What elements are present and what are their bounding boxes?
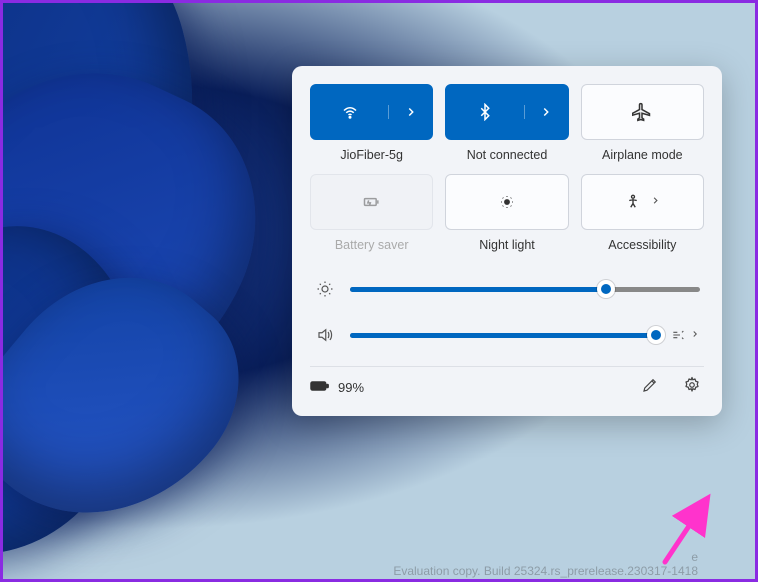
edit-button[interactable]	[638, 376, 662, 400]
brightness-slider-row	[314, 280, 700, 298]
wifi-tile[interactable]	[310, 84, 433, 140]
night-light-label: Night light	[479, 238, 535, 252]
wifi-expand-button[interactable]	[388, 105, 432, 119]
tiles-grid: JioFiber-5g Not connected	[310, 84, 704, 252]
battery-saver-label: Battery saver	[335, 238, 409, 252]
battery-status[interactable]: 99%	[310, 379, 364, 396]
battery-percent: 99%	[338, 380, 364, 395]
volume-slider[interactable]	[350, 326, 656, 344]
wifi-icon	[341, 103, 359, 121]
brightness-icon	[314, 280, 336, 298]
chevron-right-icon	[404, 105, 418, 119]
quick-settings-panel: JioFiber-5g Not connected	[292, 66, 722, 416]
settings-button[interactable]	[680, 376, 704, 400]
accessibility-tile[interactable]	[581, 174, 704, 230]
brightness-slider-thumb[interactable]	[597, 280, 615, 298]
wifi-toggle[interactable]	[311, 103, 388, 121]
bluetooth-expand-button[interactable]	[524, 105, 568, 119]
sliders-section	[310, 280, 704, 344]
airplane-label: Airplane mode	[602, 148, 683, 162]
gear-icon	[683, 376, 701, 399]
battery-saver-icon	[362, 192, 382, 212]
night-light-icon	[498, 193, 516, 211]
chevron-right-icon	[650, 195, 661, 209]
battery-icon	[310, 379, 330, 396]
bluetooth-toggle[interactable]	[446, 103, 523, 121]
battery-saver-tile	[310, 174, 433, 230]
bluetooth-icon	[476, 103, 494, 121]
wifi-label: JioFiber-5g	[340, 148, 403, 162]
evaluation-watermark: e Evaluation copy. Build 25324.rs_prerel…	[393, 550, 698, 578]
airplane-mode-tile[interactable]	[581, 84, 704, 140]
night-light-tile[interactable]	[445, 174, 568, 230]
volume-icon	[314, 326, 336, 344]
bluetooth-label: Not connected	[467, 148, 548, 162]
volume-slider-thumb[interactable]	[647, 326, 665, 344]
pencil-icon	[641, 376, 659, 399]
volume-slider-row	[314, 326, 700, 344]
volume-output-button[interactable]	[670, 327, 700, 343]
panel-footer: 99%	[310, 366, 704, 398]
accessibility-icon	[624, 193, 642, 211]
chevron-right-icon	[539, 105, 553, 119]
chevron-right-icon	[690, 328, 700, 342]
brightness-slider[interactable]	[350, 280, 700, 298]
bluetooth-tile[interactable]	[445, 84, 568, 140]
accessibility-label: Accessibility	[608, 238, 676, 252]
airplane-icon	[632, 102, 652, 122]
